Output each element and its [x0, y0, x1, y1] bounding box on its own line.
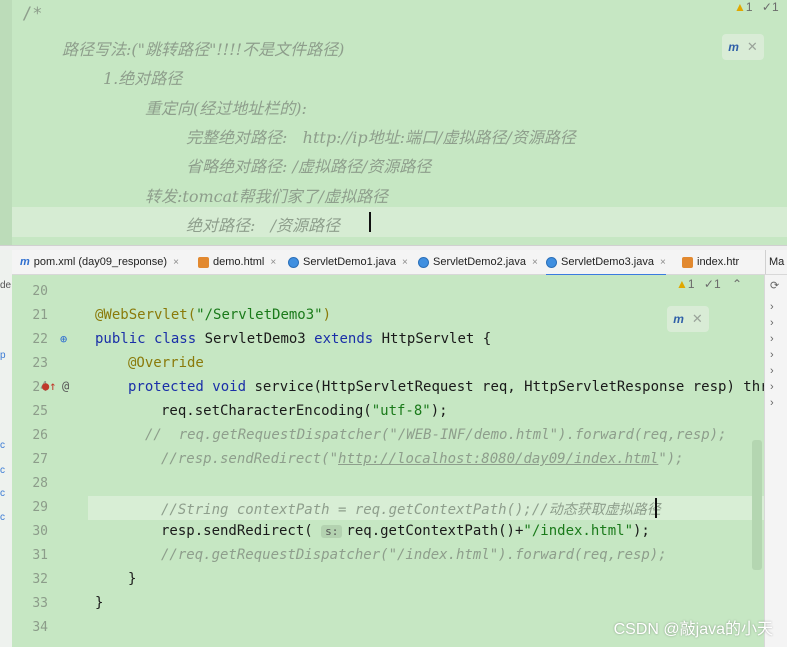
close-icon[interactable]: × — [532, 257, 538, 268]
inspection-badge[interactable]: ▲1 ✓1 ⌃ — [676, 277, 742, 291]
current-line-highlight — [12, 207, 787, 237]
comment-line-4[interactable]: 完整绝对路径: http://ip地址:端口/虚拟路径/资源路径 — [186, 124, 576, 148]
watermark: CSDN @敲java的小天 — [613, 621, 773, 638]
inspection-badge[interactable]: ▲1 ✓1 — [734, 0, 779, 14]
line-number: 33 — [32, 596, 48, 611]
left-strip-text: c — [0, 488, 5, 499]
comment-line-3[interactable]: 重定向(经过地址栏的): — [145, 95, 307, 119]
line-number: 26 — [32, 428, 48, 443]
close-icon[interactable]: × — [660, 257, 666, 268]
comment-line-6[interactable]: 转发:tomcat帮我们家了/虚拟路径 — [145, 183, 388, 207]
line-number: 22 — [32, 332, 48, 347]
line-number: 21 — [32, 308, 48, 323]
line-number-gutter: 20 21 22 23 24 25 26 27 28 29 30 31 32 3… — [12, 275, 88, 647]
tab-servletdemo3[interactable]: ServletDemo3.java × — [546, 250, 666, 276]
java-class-icon — [546, 256, 557, 268]
code-line-22[interactable]: public class ServletDemo3 extends HttpSe… — [95, 331, 491, 347]
line-number: 30 — [32, 524, 48, 539]
chevron-right-icon[interactable]: › — [770, 333, 774, 345]
chevron-right-icon[interactable]: › — [770, 381, 774, 393]
comment-line-7[interactable]: 绝对路径: /资源路径 — [186, 212, 340, 236]
comment-line-1[interactable]: 路径写法:("跳转路径"!!!!不是文件路径) — [62, 36, 344, 60]
code-line-30[interactable]: resp.sendRedirect( s: req.getContextPath(… — [161, 523, 650, 539]
left-strip-text: c — [0, 512, 5, 523]
text-caret — [369, 212, 371, 232]
maven-reload-popup[interactable]: m ✕ — [667, 306, 709, 332]
left-strip-text: c — [0, 440, 5, 451]
tab-servletdemo1[interactable]: ServletDemo1.java × — [288, 250, 408, 274]
comment-gutter — [0, 0, 12, 245]
maven-reload-icon[interactable]: m — [673, 312, 684, 326]
check-icon: ✓ — [703, 277, 714, 291]
editor-scrollbar[interactable] — [752, 440, 762, 570]
editor-tab-bar: m pom.xml (day09_response) × demo.html ×… — [12, 250, 787, 276]
warning-icon: ▲ — [676, 277, 688, 291]
tab-index-html[interactable]: index.htr — [682, 250, 739, 274]
tab-demo-html[interactable]: demo.html × — [198, 250, 276, 274]
line-number: 23 — [32, 356, 48, 371]
close-icon[interactable]: ✕ — [747, 39, 758, 55]
left-strip-text: de — [0, 280, 12, 291]
code-line-26[interactable]: // req.getRequestDispatcher("/WEB-INF/de… — [145, 427, 727, 443]
comment-open: /* — [22, 4, 43, 24]
tab-pom-xml[interactable]: m pom.xml (day09_response) × — [20, 250, 179, 274]
code-line-27[interactable]: //resp.sendRedirect("http://localhost:80… — [161, 451, 684, 467]
arrow-up-icon: ✓ — [761, 0, 772, 14]
java-class-icon — [288, 256, 299, 268]
line-number: 28 — [32, 476, 48, 491]
chevron-up-icon[interactable]: ⌃ — [732, 277, 742, 291]
close-icon[interactable]: ✕ — [692, 311, 703, 327]
refresh-icon[interactable]: ⟳ — [770, 279, 779, 292]
code-line-21[interactable]: @WebServlet("/ServletDemo3") — [95, 307, 331, 323]
code-line-23[interactable]: @Override — [128, 355, 204, 371]
maven-icon: m — [20, 256, 30, 268]
code-line-32[interactable]: } — [128, 571, 136, 587]
java-class-icon — [418, 256, 429, 268]
comment-line-5[interactable]: 省略绝对路径: /虚拟路径/资源路径 — [186, 153, 431, 177]
line-number: 29 — [32, 500, 48, 515]
annotation-at-icon[interactable]: @ — [62, 379, 69, 393]
warning-icon: ▲ — [734, 0, 746, 14]
close-icon[interactable]: × — [173, 257, 179, 268]
parameter-hint: s: — [321, 525, 343, 538]
chevron-right-icon[interactable]: › — [770, 349, 774, 361]
maven-reload-popup[interactable]: m ✕ — [722, 34, 764, 60]
code-line-25[interactable]: req.setCharacterEncoding("utf-8"); — [161, 403, 448, 419]
chevron-right-icon[interactable]: › — [770, 301, 774, 313]
servlet-run-icon[interactable]: ⊕ — [60, 332, 67, 346]
tab-servletdemo2[interactable]: ServletDemo2.java × — [418, 250, 538, 274]
comment-pane: /* 路径写法:("跳转路径"!!!!不是文件路径) 1.绝对路径 重定向(经过… — [0, 0, 787, 245]
line-number: 31 — [32, 548, 48, 563]
chevron-right-icon[interactable]: › — [770, 397, 774, 409]
line-number: 20 — [32, 284, 48, 299]
left-strip-text: p — [0, 350, 6, 361]
comment-line-2[interactable]: 1.绝对路径 — [103, 65, 182, 89]
tab-overflow[interactable]: Ma — [765, 250, 784, 274]
close-icon[interactable]: × — [402, 257, 408, 268]
line-number: 34 — [32, 620, 48, 635]
override-method-icon[interactable]: ●↑ — [42, 379, 56, 393]
chevron-right-icon[interactable]: › — [770, 365, 774, 377]
html-file-icon — [682, 256, 693, 268]
code-line-33[interactable]: } — [95, 595, 103, 611]
left-strip-text: c — [0, 465, 5, 476]
chevron-right-icon[interactable]: › — [770, 317, 774, 329]
code-line-24[interactable]: protected void service(HttpServletReques… — [128, 379, 777, 395]
code-line-31[interactable]: //req.getRequestDispatcher("/index.html"… — [161, 547, 667, 563]
html-file-icon — [198, 256, 209, 268]
line-number: 27 — [32, 452, 48, 467]
maven-reload-icon[interactable]: m — [728, 40, 739, 54]
code-line-29[interactable]: //String contextPath = req.getContextPat… — [161, 499, 661, 519]
line-number: 32 — [32, 572, 48, 587]
line-number: 25 — [32, 404, 48, 419]
right-tool-strip: ⟳ › › › › › › › — [764, 275, 787, 647]
text-caret — [655, 498, 657, 518]
close-icon[interactable]: × — [270, 257, 276, 268]
